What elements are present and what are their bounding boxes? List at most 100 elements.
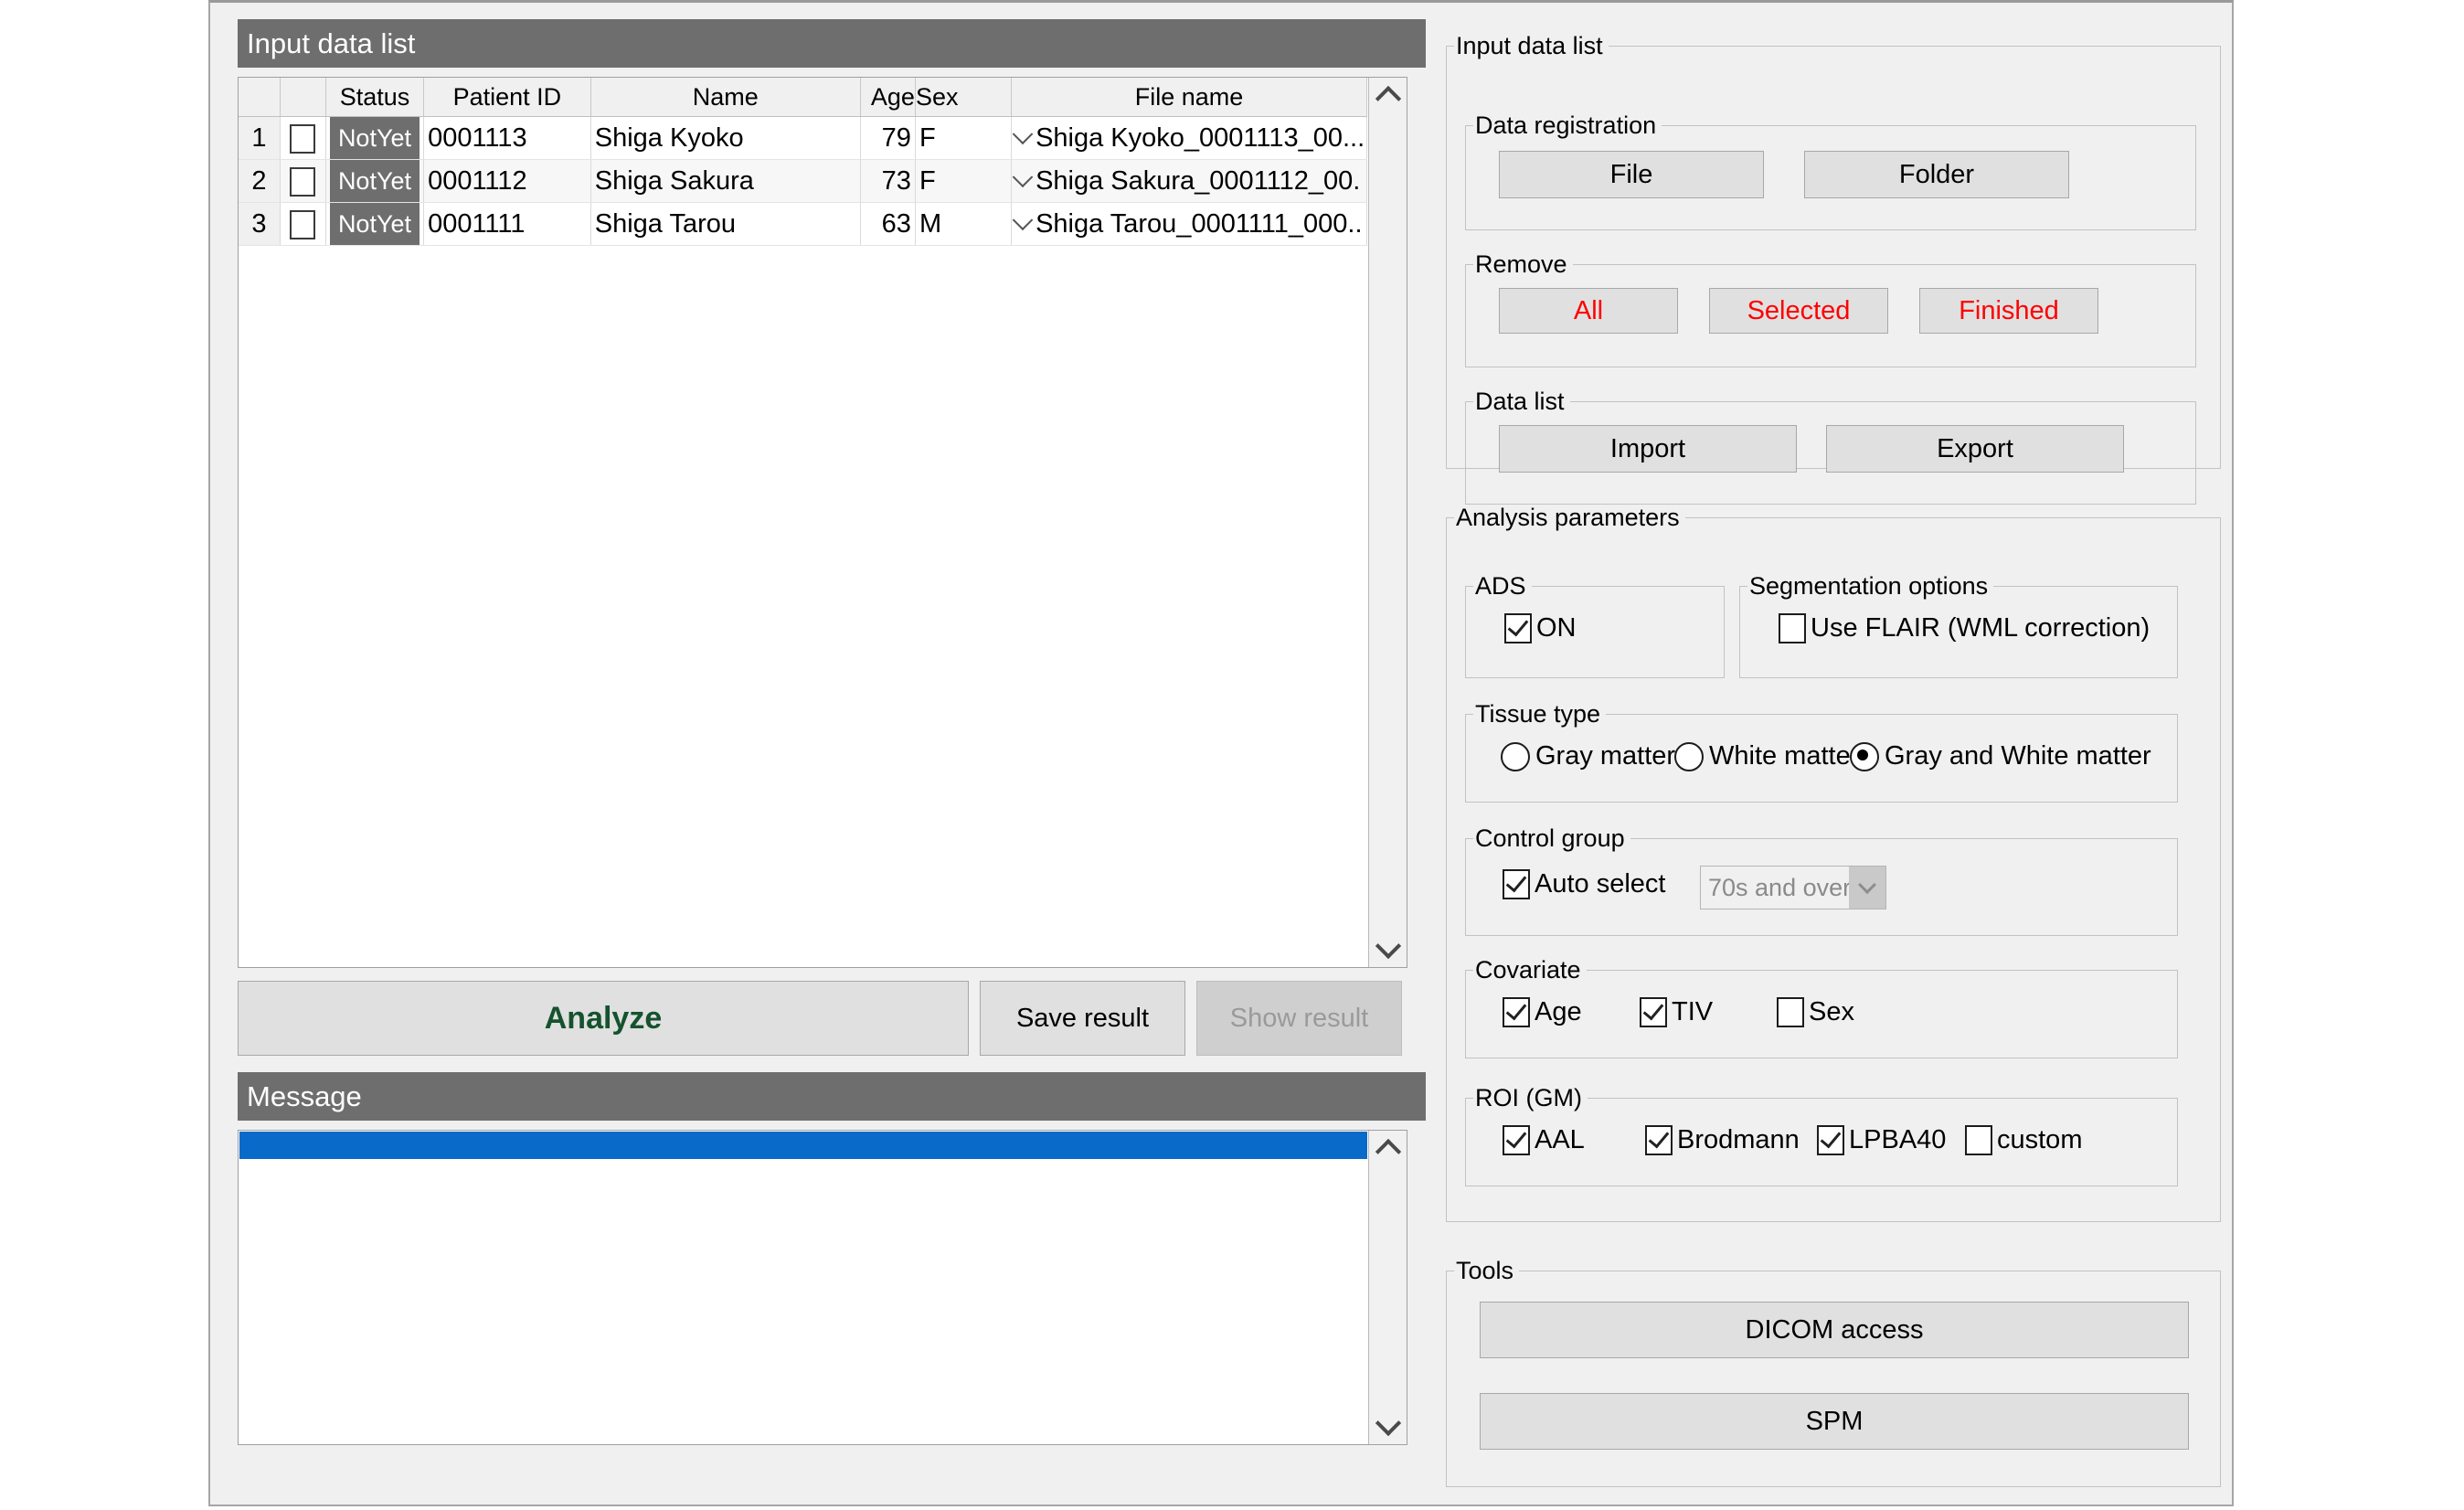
col-header-file-name: File name: [1011, 78, 1367, 117]
table-vertical-scrollbar[interactable]: [1368, 78, 1407, 967]
roi-custom-label: custom: [1997, 1125, 2083, 1154]
row-select-checkbox[interactable]: [290, 123, 316, 154]
col-header-age: Age: [860, 78, 916, 117]
checkbox-icon[interactable]: [1965, 1125, 1992, 1155]
checkbox-icon[interactable]: [1640, 997, 1667, 1027]
row-status-cell: NotYet: [325, 116, 425, 160]
save-result-button[interactable]: Save result: [980, 981, 1185, 1056]
checkbox-icon[interactable]: [1777, 997, 1804, 1027]
row-select-cell[interactable]: [280, 159, 326, 203]
import-button[interactable]: Import: [1499, 425, 1797, 473]
row-select-checkbox[interactable]: [290, 209, 316, 239]
dicom-access-button[interactable]: DICOM access: [1480, 1302, 2189, 1358]
group-tools: Tools DICOM access SPM: [1446, 1257, 2221, 1487]
row-select-cell[interactable]: [280, 116, 326, 160]
col-header-status: Status: [325, 78, 425, 117]
checkbox-icon[interactable]: [1817, 1125, 1844, 1155]
auto-select-label: Auto select: [1535, 869, 1666, 899]
group-ads: ADS ON: [1465, 572, 1725, 678]
checkbox-icon[interactable]: [1503, 997, 1530, 1027]
group-control-group: Control group Auto select 70s and over: [1465, 824, 2178, 936]
group-segmentation-options: Segmentation options Use FLAIR (WML corr…: [1739, 572, 2178, 678]
analyze-button[interactable]: Analyze: [238, 981, 969, 1056]
ads-on-label: ON: [1536, 613, 1577, 643]
group-analysis-parameters: Analysis parameters ADS ON Segmentation …: [1446, 504, 2221, 1222]
row-file-name-cell[interactable]: Shiga Sakura_0001112_00...: [1011, 159, 1367, 203]
checkbox-icon[interactable]: [1503, 869, 1530, 899]
row-patient-id: 0001111: [423, 202, 591, 246]
col-header-sex: Sex: [915, 78, 1013, 117]
roi-lpba40-checkbox-row[interactable]: LPBA40: [1817, 1125, 1946, 1155]
message-output-box[interactable]: [238, 1130, 1407, 1445]
dropdown-arrow-button[interactable]: [1849, 867, 1885, 909]
use-flair-checkbox-row[interactable]: Use FLAIR (WML correction): [1779, 613, 2150, 643]
chevron-down-icon[interactable]: [1012, 209, 1034, 231]
radio-icon-selected[interactable]: [1850, 741, 1879, 771]
group-segmentation-options-legend: Segmentation options: [1749, 572, 1989, 600]
row-patient-id: 0001112: [423, 159, 591, 203]
table-row[interactable]: 3 NotYet 0001111 Shiga Tarou 63 M Shiga …: [239, 202, 1367, 246]
chevron-down-icon[interactable]: [1012, 166, 1034, 188]
input-data-table-container: Status Patient ID Name Age Sex File name…: [238, 77, 1407, 968]
scroll-up-button[interactable]: [1369, 1132, 1407, 1171]
roi-custom-checkbox-row[interactable]: custom: [1965, 1125, 2082, 1155]
radio-icon[interactable]: [1674, 741, 1704, 771]
table-header-row: Status Patient ID Name Age Sex File name: [239, 78, 1367, 117]
application-window: Input data list Status Patient ID Name A…: [208, 0, 2234, 1506]
table-row[interactable]: 2 NotYet 0001112 Shiga Sakura 73 F Shiga…: [239, 159, 1367, 203]
remove-all-button[interactable]: All: [1499, 288, 1678, 334]
chevron-down-icon: [1375, 932, 1401, 960]
row-select-cell[interactable]: [280, 202, 326, 246]
row-patient-id: 0001113: [423, 116, 591, 160]
covariate-tiv-label: TIV: [1672, 997, 1714, 1026]
status-badge: NotYet: [329, 117, 420, 159]
chevron-up-icon: [1375, 1138, 1401, 1165]
col-header-patient-id: Patient ID: [423, 78, 591, 117]
group-tissue-type: Tissue type Gray matter White matter Gra…: [1465, 700, 2178, 803]
remove-selected-button[interactable]: Selected: [1709, 288, 1888, 334]
ads-on-checkbox-row[interactable]: ON: [1504, 613, 1577, 643]
scroll-up-button[interactable]: [1369, 80, 1407, 118]
radio-gray-and-white-matter-label: Gray and White matter: [1885, 741, 2151, 771]
checkbox-icon[interactable]: [1503, 1125, 1530, 1155]
covariate-sex-label: Sex: [1809, 997, 1854, 1026]
row-file-name-cell[interactable]: Shiga Tarou_0001111_000...: [1011, 202, 1367, 246]
folder-button[interactable]: Folder: [1804, 151, 2069, 198]
status-badge: NotYet: [329, 203, 420, 245]
radio-white-matter[interactable]: White matter: [1674, 741, 1859, 771]
checkbox-icon[interactable]: [1504, 613, 1532, 643]
roi-aal-checkbox-row[interactable]: AAL: [1503, 1125, 1585, 1155]
age-group-select[interactable]: 70s and over: [1700, 866, 1886, 909]
group-ads-legend: ADS: [1475, 572, 1526, 600]
remove-finished-button[interactable]: Finished: [1919, 288, 2098, 334]
use-flair-label: Use FLAIR (WML correction): [1811, 613, 2151, 643]
auto-select-checkbox-row[interactable]: Auto select: [1503, 869, 1665, 899]
covariate-tiv-checkbox-row[interactable]: TIV: [1640, 997, 1713, 1027]
col-header-select: [280, 78, 326, 117]
row-file-name-cell[interactable]: Shiga Kyoko_0001113_00...: [1011, 116, 1367, 160]
table-row[interactable]: 1 NotYet 0001113 Shiga Kyoko 79 F Shiga …: [239, 116, 1367, 160]
chevron-down-icon[interactable]: [1012, 123, 1034, 145]
row-name: Shiga Kyoko: [590, 116, 861, 160]
checkbox-icon[interactable]: [1779, 613, 1806, 643]
radio-icon[interactable]: [1501, 741, 1530, 771]
chevron-up-icon: [1375, 85, 1401, 112]
export-button[interactable]: Export: [1826, 425, 2124, 473]
group-tools-legend: Tools: [1456, 1257, 1514, 1284]
group-covariate: Covariate Age TIV Sex: [1465, 956, 2178, 1058]
row-select-checkbox[interactable]: [290, 166, 316, 197]
spm-button[interactable]: SPM: [1480, 1393, 2189, 1450]
row-file-name: Shiga Sakura_0001112_00...: [1036, 165, 1363, 196]
checkbox-icon[interactable]: [1645, 1125, 1673, 1155]
covariate-age-checkbox-row[interactable]: Age: [1503, 997, 1582, 1027]
covariate-sex-checkbox-row[interactable]: Sex: [1777, 997, 1854, 1027]
group-roi-gm-legend: ROI (GM): [1475, 1084, 1582, 1111]
radio-gray-and-white-matter[interactable]: Gray and White matter: [1850, 741, 2151, 771]
message-vertical-scrollbar[interactable]: [1368, 1131, 1407, 1444]
scroll-down-button[interactable]: [1369, 1404, 1407, 1442]
radio-gray-matter[interactable]: Gray matter: [1501, 741, 1675, 771]
file-button[interactable]: File: [1499, 151, 1764, 198]
row-status-cell: NotYet: [325, 202, 425, 246]
roi-brodmann-checkbox-row[interactable]: Brodmann: [1645, 1125, 1800, 1155]
scroll-down-button[interactable]: [1369, 927, 1407, 965]
